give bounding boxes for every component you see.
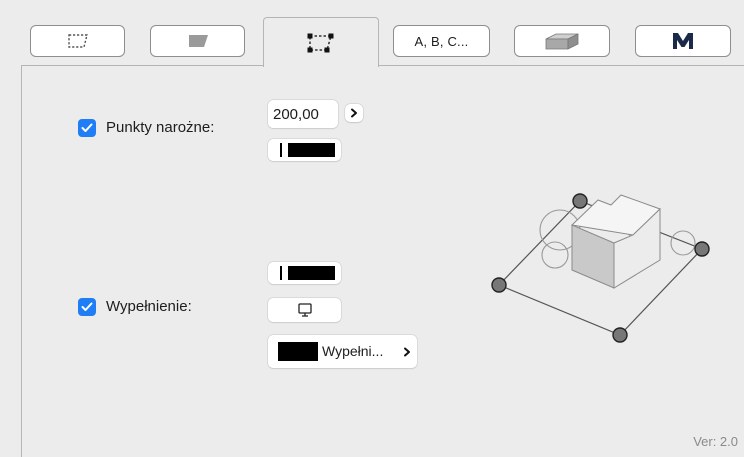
fill-pen-selector[interactable] <box>268 262 341 284</box>
dashed-quad-icon <box>67 34 88 48</box>
fill-type-label: Wypełni... <box>322 343 384 359</box>
fill-color-swatch <box>278 342 318 361</box>
fill-type-button[interactable]: Wypełni... <box>268 335 417 368</box>
zone-preview-illustration <box>491 193 710 343</box>
pen-color-swatch <box>288 266 335 280</box>
corner-pen-selector[interactable] <box>268 139 341 161</box>
fill-checkbox[interactable] <box>78 298 96 316</box>
tab-corner-points[interactable] <box>263 17 379 67</box>
corner-points-label: Punkty narożne: <box>106 119 215 136</box>
version-label: Ver: 2.0 <box>693 434 738 449</box>
fill-display-selector[interactable] <box>268 298 341 322</box>
pen-color-swatch <box>288 143 335 157</box>
chevron-right-icon <box>404 347 410 357</box>
filled-quad-icon <box>188 35 208 47</box>
pen-weight-icon <box>280 143 282 157</box>
corner-size-arrow-button[interactable] <box>345 104 363 122</box>
pen-weight-icon <box>280 266 282 280</box>
m-logo-icon <box>673 33 693 49</box>
corner-points-checkbox[interactable] <box>78 119 96 137</box>
monitor-icon <box>297 303 312 317</box>
corner-size-value: 200,00 <box>273 105 319 123</box>
corner-points-icon <box>307 33 334 52</box>
chevron-right-icon <box>351 108 357 118</box>
tab-filled-polygon[interactable] <box>150 25 245 57</box>
tab-bar: A, B, C... <box>0 0 744 67</box>
tab-m-logo[interactable] <box>635 25 731 57</box>
corner-size-input[interactable]: 200,00 <box>268 100 338 128</box>
tab-labels-text: A, B, C... <box>414 33 469 49</box>
checkmark-icon <box>81 123 93 132</box>
tab-3d-block[interactable] <box>514 25 610 57</box>
3d-block-icon <box>545 33 579 50</box>
tab-labels[interactable]: A, B, C... <box>393 25 490 57</box>
tab-dashed-polygon[interactable] <box>30 25 125 57</box>
fill-label: Wypełnienie: <box>106 298 192 315</box>
checkmark-icon <box>81 302 93 311</box>
